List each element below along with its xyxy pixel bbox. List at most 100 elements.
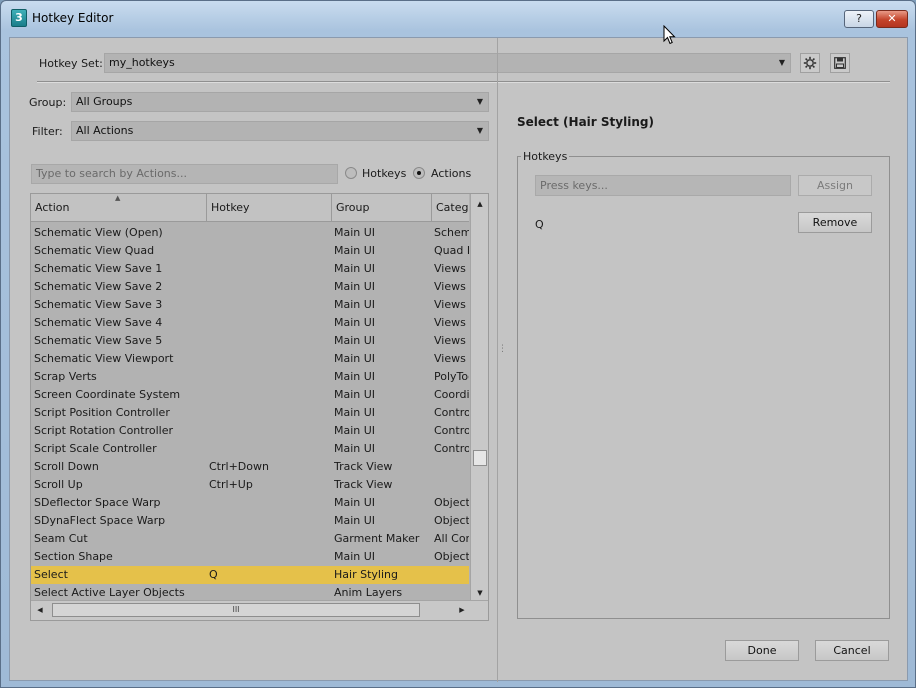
assigned-hotkey: Q xyxy=(535,218,544,231)
table-row[interactable]: Script Rotation Controller Main UI Control xyxy=(31,422,469,440)
group-value: All Groups xyxy=(76,95,133,108)
vertical-scroll-thumb[interactable] xyxy=(473,450,487,466)
cell-category: Objects xyxy=(434,550,469,563)
table-row[interactable]: SDynaFlect Space Warp Main UI Objects xyxy=(31,512,469,530)
actions-radio[interactable] xyxy=(413,167,425,179)
cell-hotkey xyxy=(209,242,329,260)
hotkey-set-value: my_hotkeys xyxy=(109,56,175,69)
assign-button[interactable]: Assign xyxy=(798,175,872,196)
table-row[interactable]: Schematic View Save 1 Main UI Views xyxy=(31,260,469,278)
hotkey-editor-window: 3 Hotkey Editor ? ✕ Hotkey Set: my_hotke… xyxy=(0,0,916,688)
cell-action: Script Rotation Controller xyxy=(34,424,174,437)
mouse-cursor-icon xyxy=(663,25,676,45)
column-header-group[interactable]: Group xyxy=(332,194,432,222)
cell-group: Main UI xyxy=(334,442,376,455)
chevron-down-icon: ▼ xyxy=(476,97,483,106)
title-bar[interactable]: 3 Hotkey Editor ? ✕ xyxy=(1,1,915,37)
hotkeys-radio[interactable] xyxy=(345,167,357,179)
cell-action: Schematic View Quad xyxy=(34,244,155,257)
cell-category: Objects xyxy=(434,496,469,509)
filter-label: Filter: xyxy=(32,125,63,138)
splitter-grip-icon[interactable]: ⋮ xyxy=(498,344,507,354)
cell-hotkey: Q xyxy=(209,568,218,581)
table-row[interactable]: Schematic View Save 4 Main UI Views xyxy=(31,314,469,332)
table-row[interactable]: Schematic View Save 3 Main UI Views xyxy=(31,296,469,314)
scroll-right-icon[interactable]: ▶ xyxy=(455,601,469,619)
close-button[interactable]: ✕ xyxy=(876,10,908,28)
cell-action: Script Scale Controller xyxy=(34,442,157,455)
save-icon[interactable] xyxy=(830,53,850,73)
hotkeys-group-label: Hotkeys xyxy=(521,150,570,163)
help-button[interactable]: ? xyxy=(844,10,874,28)
cell-category: Control xyxy=(434,406,469,419)
cell-hotkey xyxy=(209,260,329,278)
cell-group: Hair Styling xyxy=(334,568,398,581)
table-row[interactable]: Schematic View Quad Main UI Quad M xyxy=(31,242,469,260)
hotkey-set-dropdown[interactable]: my_hotkeys ▼ xyxy=(104,53,791,73)
horizontal-scrollbar[interactable]: ◀ III ▶ xyxy=(31,600,488,620)
column-header-category[interactable]: Catego xyxy=(432,194,469,222)
cell-category: Views xyxy=(434,280,466,293)
search-input[interactable]: Type to search by Actions... xyxy=(31,164,338,184)
table-row[interactable]: Scroll Down Ctrl+Down Track View xyxy=(31,458,469,476)
group-label: Group: xyxy=(29,96,67,109)
cell-hotkey xyxy=(209,224,329,242)
cell-group: Main UI xyxy=(334,316,376,329)
cell-action: Schematic View Save 5 xyxy=(34,334,163,347)
table-row[interactable]: SDeflector Space Warp Main UI Objects xyxy=(31,494,469,512)
column-header-hotkey[interactable]: Hotkey xyxy=(207,194,332,222)
table-row[interactable]: Scrap Verts Main UI PolyToo xyxy=(31,368,469,386)
group-dropdown[interactable]: All Groups ▼ xyxy=(71,92,489,112)
table-row[interactable]: Scroll Up Ctrl+Up Track View xyxy=(31,476,469,494)
cell-hotkey xyxy=(209,314,329,332)
cell-group: Main UI xyxy=(334,496,376,509)
scroll-left-icon[interactable]: ◀ xyxy=(33,601,47,619)
cell-category: Views xyxy=(434,298,466,311)
cancel-button[interactable]: Cancel xyxy=(815,640,889,661)
cell-group: Main UI xyxy=(334,226,376,239)
cell-group: Main UI xyxy=(334,262,376,275)
scroll-down-icon[interactable]: ▼ xyxy=(471,586,488,600)
chevron-down-icon: ▼ xyxy=(778,58,785,67)
table-row[interactable]: Screen Coordinate System Main UI Coordin xyxy=(31,386,469,404)
cell-action: Script Position Controller xyxy=(34,406,170,419)
press-keys-input[interactable]: Press keys... xyxy=(535,175,791,196)
cell-action: SDeflector Space Warp xyxy=(34,496,161,509)
pane-splitter[interactable] xyxy=(497,38,498,682)
cell-action: Schematic View Viewport xyxy=(34,352,174,365)
cell-group: Main UI xyxy=(334,280,376,293)
cell-category xyxy=(434,566,469,584)
cell-hotkey xyxy=(209,278,329,296)
scroll-up-icon[interactable]: ▲ xyxy=(471,197,488,211)
table-row[interactable]: Schematic View Viewport Main UI Views xyxy=(31,350,469,368)
cell-category: All Com xyxy=(434,532,469,545)
dialog-client-area: Hotkey Set: my_hotkeys ▼ Group: All Grou… xyxy=(9,37,908,682)
cell-group: Main UI xyxy=(334,244,376,257)
cell-category: Views xyxy=(434,316,466,329)
filter-value: All Actions xyxy=(76,124,134,137)
table-row[interactable]: Section Shape Main UI Objects xyxy=(31,548,469,566)
gear-icon[interactable] xyxy=(800,53,820,73)
cell-action: Section Shape xyxy=(34,550,113,563)
cell-action: Schematic View Save 3 xyxy=(34,298,163,311)
table-row[interactable]: Schematic View (Open) Main UI Schema xyxy=(31,224,469,242)
cell-hotkey xyxy=(209,512,329,530)
table-row[interactable]: Script Scale Controller Main UI Control xyxy=(31,440,469,458)
actions-radio-label[interactable]: Actions xyxy=(431,167,471,180)
horizontal-scroll-thumb[interactable]: III xyxy=(52,603,420,617)
table-row[interactable]: Script Position Controller Main UI Control xyxy=(31,404,469,422)
table-row[interactable]: Schematic View Save 5 Main UI Views xyxy=(31,332,469,350)
cell-hotkey xyxy=(209,440,329,458)
done-button[interactable]: Done xyxy=(725,640,799,661)
hotkeys-radio-label[interactable]: Hotkeys xyxy=(362,167,406,180)
table-row[interactable]: Seam Cut Garment Maker All Com xyxy=(31,530,469,548)
vertical-scrollbar[interactable]: ▲ ▼ xyxy=(470,194,488,600)
filter-dropdown[interactable]: All Actions ▼ xyxy=(71,121,489,141)
cell-group: Main UI xyxy=(334,298,376,311)
chevron-down-icon: ▼ xyxy=(476,126,483,135)
table-row[interactable]: Select Q Hair Styling xyxy=(31,566,469,584)
remove-button[interactable]: Remove xyxy=(798,212,872,233)
cell-category xyxy=(434,458,469,476)
cell-hotkey xyxy=(209,368,329,386)
table-row[interactable]: Schematic View Save 2 Main UI Views xyxy=(31,278,469,296)
